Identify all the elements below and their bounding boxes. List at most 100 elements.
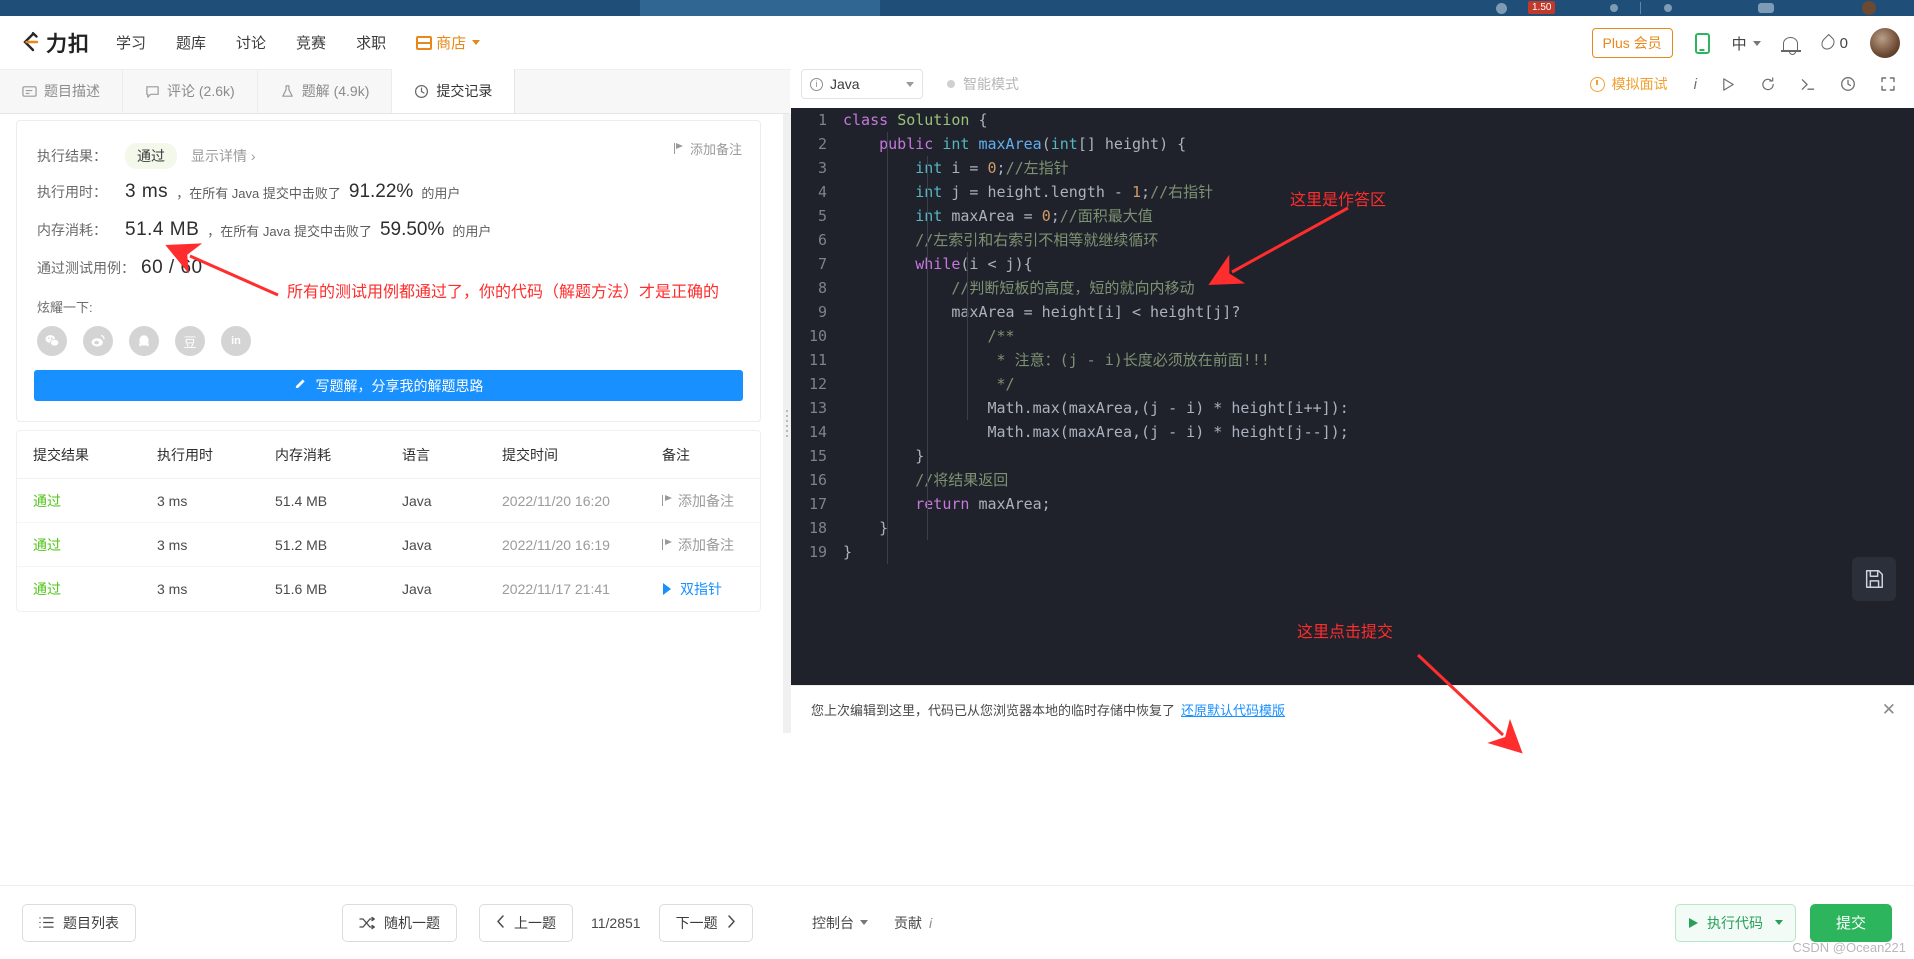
code-text: * 注意：(j - i)长度必须放在前面!!! bbox=[996, 351, 1270, 369]
code-line: 18 } bbox=[791, 516, 1914, 540]
mobile-app-button[interactable] bbox=[1694, 32, 1710, 54]
table-row[interactable]: 通过 3 ms 51.2 MB Java 2022/11/20 16:19 添加… bbox=[17, 523, 760, 567]
run-icon[interactable] bbox=[1721, 77, 1736, 92]
add-note-button[interactable]: 添加备注 bbox=[673, 139, 742, 158]
plus-membership-button[interactable]: Plus 会员 bbox=[1591, 28, 1673, 58]
weibo-icon[interactable] bbox=[83, 326, 113, 356]
line-number: 4 bbox=[817, 183, 827, 201]
random-problem-button[interactable]: 随机一题 bbox=[342, 903, 457, 942]
resize-grip-icon bbox=[786, 409, 788, 438]
run-code-label: 执行代码 bbox=[1706, 914, 1763, 931]
tab-solutions-label: 题解 (4.9k) bbox=[301, 83, 370, 99]
cell-runtime: 3 ms bbox=[157, 536, 188, 553]
browser-badge-count: 1.50 bbox=[1528, 1, 1556, 14]
line-number: 19 bbox=[808, 543, 827, 561]
console-button[interactable]: 控制台 bbox=[812, 913, 868, 933]
logo[interactable]: 力扣 bbox=[18, 28, 90, 58]
terminal-icon[interactable] bbox=[1800, 77, 1816, 92]
cell-note[interactable]: 添加备注 bbox=[662, 535, 760, 555]
code-text: //判断短板的高度，短的就向内移动 bbox=[951, 279, 1195, 297]
run-code-button[interactable]: 执行代码 bbox=[1674, 903, 1796, 942]
code-text: int i = 0;//左指针 bbox=[915, 159, 1069, 177]
nav-item-store[interactable]: 商店 bbox=[416, 32, 481, 53]
contribute-button[interactable]: 贡献 i bbox=[894, 913, 932, 933]
nav-item-jobs[interactable]: 求职 bbox=[356, 32, 386, 53]
cell-result[interactable]: 通过 bbox=[17, 535, 157, 555]
nav-item-contest[interactable]: 竞赛 bbox=[296, 32, 326, 53]
problem-list-label: 题目列表 bbox=[63, 914, 119, 931]
show-detail-link[interactable]: 显示详情 › bbox=[191, 146, 256, 166]
code-line: 19} bbox=[791, 540, 1914, 564]
code-text: while(i < j){ bbox=[915, 255, 1033, 273]
flask-icon bbox=[280, 84, 295, 99]
nav-item-study[interactable]: 学习 bbox=[116, 32, 146, 53]
code-line: 1 class Solution { bbox=[791, 108, 1914, 132]
contribute-label: 贡献 bbox=[894, 914, 922, 931]
reset-icon[interactable] bbox=[1760, 76, 1776, 92]
fullscreen-icon[interactable] bbox=[1880, 76, 1896, 92]
chevron-down-icon bbox=[906, 81, 914, 87]
browser-profile-avatar[interactable] bbox=[1862, 1, 1876, 15]
cell-note-label: 添加备注 bbox=[678, 536, 734, 553]
tab-solutions[interactable]: 题解 (4.9k) bbox=[258, 69, 393, 113]
cell-runtime: 3 ms bbox=[157, 581, 188, 597]
prev-problem-button[interactable]: 上一题 bbox=[479, 903, 573, 942]
notifications-button[interactable] bbox=[1780, 36, 1801, 55]
cell-result[interactable]: 通过 bbox=[17, 579, 157, 599]
runtime-label: 执行用时： bbox=[37, 184, 107, 200]
browser-icon-b bbox=[1664, 4, 1672, 12]
code-line: 3 int i = 0;//左指针 bbox=[791, 156, 1914, 180]
tab-description[interactable]: 题目描述 bbox=[0, 69, 123, 113]
linkedin-icon[interactable]: in bbox=[221, 326, 251, 356]
douban-icon[interactable]: 豆 bbox=[175, 326, 205, 356]
browser-tab-ghost[interactable] bbox=[640, 0, 880, 16]
code-line: 13 Math.max(maxArea,(j - i) * height[i++… bbox=[791, 396, 1914, 420]
pagination: 上一题 11/2851 下一题 bbox=[479, 903, 753, 942]
language-select-value: Java bbox=[830, 76, 860, 92]
code-text: } bbox=[879, 519, 889, 537]
cell-result[interactable]: 通过 bbox=[17, 491, 157, 511]
qq-icon[interactable] bbox=[129, 326, 159, 356]
settings-icon[interactable] bbox=[1840, 76, 1856, 92]
write-solution-button[interactable]: 写题解，分享我的解题思路 bbox=[34, 370, 743, 401]
browser-icon-a bbox=[1610, 4, 1618, 12]
tab-comments[interactable]: 评论 (2.6k) bbox=[123, 69, 258, 113]
restore-default-template-link[interactable]: 还原默认代码模版 bbox=[1181, 700, 1285, 719]
language-select[interactable]: i Java bbox=[801, 69, 923, 99]
line-number: 1 bbox=[817, 111, 827, 129]
language-switcher[interactable]: 中 bbox=[1732, 33, 1761, 54]
cell-memory: 51.4 MB bbox=[275, 492, 328, 509]
save-code-button[interactable] bbox=[1852, 557, 1896, 601]
close-icon[interactable]: ✕ bbox=[1882, 700, 1896, 720]
annotation-click-submit: 这里点击提交 bbox=[1297, 624, 1394, 641]
code-text: } bbox=[915, 447, 925, 465]
avatar[interactable] bbox=[1870, 28, 1900, 58]
next-problem-button[interactable]: 下一题 bbox=[658, 903, 753, 942]
execution-result-card: 添加备注 执行结果： 通过 显示详情 › 执行用时： 3 ms ，在所有 Jav… bbox=[16, 120, 761, 422]
cell-note[interactable]: 添加备注 bbox=[662, 491, 760, 511]
tab-comments-label: 评论 (2.6k) bbox=[167, 83, 235, 99]
cell-note[interactable]: 双指针 bbox=[662, 579, 760, 599]
line-number: 3 bbox=[817, 159, 827, 177]
nav-item-problems[interactable]: 题库 bbox=[176, 32, 206, 53]
wechat-icon[interactable] bbox=[37, 326, 67, 356]
tab-submissions[interactable]: 提交记录 bbox=[392, 69, 516, 113]
mock-interview-button[interactable]: 模拟面试 bbox=[1589, 74, 1668, 94]
column-header-time: 提交时间 bbox=[502, 446, 558, 463]
info-icon[interactable]: i bbox=[1694, 76, 1697, 93]
testcases-value: 60 / 60 bbox=[141, 257, 203, 278]
nav-item-discuss[interactable]: 讨论 bbox=[236, 32, 266, 53]
code-text: Math.max(maxArea,(j - i) * height[j--]); bbox=[987, 423, 1349, 441]
points-indicator[interactable]: 0 bbox=[1820, 35, 1848, 52]
submit-button[interactable]: 提交 bbox=[1809, 903, 1892, 942]
problem-list-button[interactable]: 题目列表 bbox=[22, 903, 136, 942]
pane-resize-handle[interactable] bbox=[783, 114, 791, 733]
table-row[interactable]: 通过 3 ms 51.4 MB Java 2022/11/20 16:20 添加… bbox=[17, 479, 760, 523]
code-text: Math.max(maxArea,(j - i) * height[i++]): bbox=[987, 399, 1349, 417]
cell-note-label: 添加备注 bbox=[678, 492, 734, 509]
runtime-percentile: 91.22% bbox=[348, 181, 414, 202]
smart-mode-toggle[interactable]: 智能模式 bbox=[947, 74, 1019, 94]
table-row[interactable]: 通过 3 ms 51.6 MB Java 2022/11/17 21:41 双指… bbox=[17, 567, 760, 611]
code-text: public int maxArea(int[] height) { bbox=[879, 135, 1187, 153]
share-label: 炫耀一下: bbox=[37, 300, 93, 315]
